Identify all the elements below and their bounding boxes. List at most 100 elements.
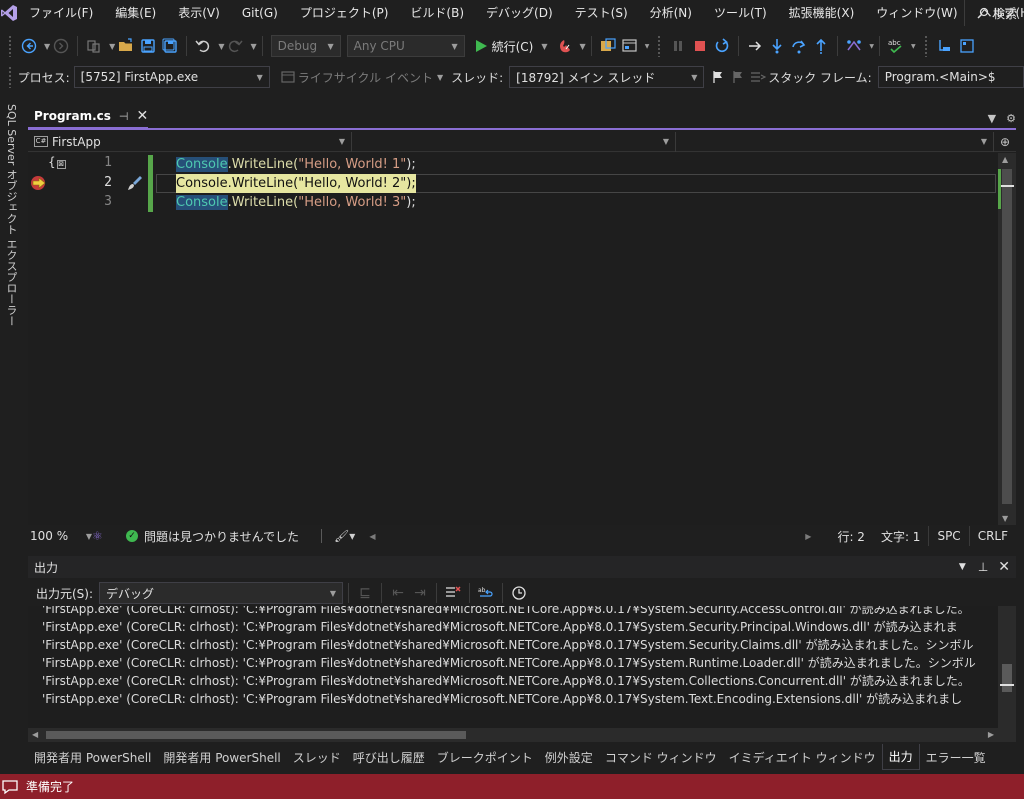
tab-call-stack[interactable]: 呼び出し履歴 [347,744,431,770]
menu-view[interactable]: 表示(V) [167,0,231,26]
chevron-down-icon[interactable]: ▼ [869,43,874,50]
tab-command-window[interactable]: コマンド ウィンドウ [599,744,723,770]
visual-studio-logo-icon[interactable] [0,0,18,26]
toolbar-grip[interactable] [923,35,928,57]
tab-error-list[interactable]: エラー一覧 [920,744,992,770]
copilot-icon[interactable]: ⚛ [92,529,112,543]
menu-build[interactable]: ビルド(B) [399,0,475,26]
tab-program-cs[interactable]: Program.cs ⊣ ✕ [28,105,148,129]
code-cleanup-brush-icon[interactable]: 🖌▾ [334,529,355,543]
menu-edit[interactable]: 編集(E) [104,0,167,26]
tab-breakpoints[interactable]: ブレークポイント [431,744,539,770]
split-window-icon[interactable]: ⊕ [994,135,1016,149]
process-dropdown[interactable]: [5752] FirstApp.exe ▼ [73,66,270,88]
hot-reload-icon[interactable] [554,35,576,57]
chevron-down-icon[interactable]: ▼ [250,42,256,51]
scroll-left-icon[interactable]: ◀ [32,730,38,739]
toolbar-grip[interactable] [8,66,12,88]
code-line-3[interactable]: Console.WriteLine("Hello, World! 3"); [176,193,416,212]
solution-explorer-icon[interactable] [934,35,956,57]
flag-thread-icon[interactable] [708,66,728,88]
clear-all-icon[interactable] [442,582,464,604]
search-box[interactable]: 検索 [964,0,1024,26]
close-icon[interactable]: ✕ [998,559,1010,575]
window-position-dropdown-icon[interactable]: ▼ [959,562,966,572]
menu-test[interactable]: テスト(S) [564,0,639,26]
line-ending-indicator[interactable]: CRLF [968,526,1016,546]
code-line-2-current-statement[interactable]: Console.WriteLine("Hello, World! 2"); [176,174,416,193]
chevron-down-icon[interactable]: ▼ [541,42,547,51]
scrollbar-thumb[interactable] [1002,664,1012,692]
scroll-left-icon[interactable]: ◀ [369,532,375,541]
undo-icon[interactable] [192,35,214,57]
notification-icon[interactable] [2,779,20,795]
pin-icon[interactable]: ⊥ [978,560,988,574]
toolbar-grip[interactable] [657,35,662,57]
tab-output[interactable]: 出力 [881,744,920,770]
close-icon[interactable]: ✕ [136,108,148,124]
spell-check-icon[interactable]: abc [885,35,907,57]
previous-message-icon[interactable]: ⇤ [387,582,409,604]
solution-platform-dropdown[interactable]: Any CPU ▼ [346,35,465,57]
word-wrap-icon[interactable]: ab [475,582,497,604]
menu-debug[interactable]: デバッグ(D) [475,0,564,26]
stop-icon[interactable] [689,35,711,57]
scroll-right-icon[interactable]: ▶ [805,532,811,541]
lifecycle-events-label[interactable]: ライフサイクル イベント [298,69,433,86]
navigate-forward-icon[interactable] [50,35,72,57]
tab-exception-settings[interactable]: 例外設定 [539,744,599,770]
stack-frame-dropdown[interactable]: Program.<Main>$ [877,66,1024,88]
lifecycle-events-icon[interactable] [278,66,298,88]
find-message-in-code-icon[interactable]: ⊑ [354,582,376,604]
menu-file[interactable]: ファイル(F) [18,0,104,26]
tab-developer-powershell-2[interactable]: 開発者用 PowerShell [157,744,286,770]
tab-developer-powershell-1[interactable]: 開発者用 PowerShell [28,744,157,770]
settings-gear-icon[interactable]: ⚙ [1006,112,1016,125]
tab-dropdown-icon[interactable]: ▼ [988,112,996,125]
output-source-dropdown[interactable]: デバッグ ▼ [99,582,344,604]
pin-icon[interactable]: ⊣ [119,110,129,123]
menu-git[interactable]: Git(G) [231,0,289,26]
menu-project[interactable]: プロジェクト(P) [289,0,400,26]
step-into-icon[interactable] [766,35,788,57]
editor-gutter[interactable]: {⊠ 1 2 3 [28,153,153,525]
scroll-up-icon[interactable]: ▲ [1002,155,1008,164]
tab-immediate-window[interactable]: イミディエイト ウィンドウ [723,744,882,770]
menu-extensions[interactable]: 拡張機能(X) [778,0,866,26]
chevron-down-icon[interactable]: ▼ [645,43,650,50]
type-dropdown[interactable]: ▼ [352,131,676,152]
code-line-1[interactable]: Console.WriteLine("Hello, World! 1"); [176,155,416,174]
output-vertical-scrollbar[interactable] [998,606,1016,728]
issues-indicator[interactable]: ✓ 問題は見つかりませんでした [126,528,299,545]
menu-window[interactable]: ウィンドウ(W) [865,0,968,26]
scrollbar-thumb[interactable] [1002,169,1012,504]
line-indicator[interactable]: 行: 2 [829,526,873,546]
solution-configuration-dropdown[interactable]: Debug ▼ [270,35,341,57]
column-indicator[interactable]: 文字: 1 [873,526,929,546]
team-explorer-icon[interactable] [956,35,978,57]
restart-icon[interactable] [711,35,733,57]
tab-threads[interactable]: スレッド [287,744,347,770]
code-map-icon[interactable] [843,35,865,57]
redo-icon[interactable] [224,35,246,57]
timestamp-clock-icon[interactable] [508,582,530,604]
show-next-statement-icon[interactable] [744,35,766,57]
new-project-icon[interactable] [83,35,105,57]
whitespace-indicator[interactable]: SPC [928,526,968,546]
chevron-down-icon[interactable]: ▼ [580,42,586,51]
continue-button[interactable]: 続行(C) ▼ [474,38,548,55]
chevron-down-icon[interactable]: ▼ [911,43,916,50]
scroll-down-icon[interactable]: ▼ [1002,514,1008,523]
next-message-icon[interactable]: ⇥ [409,582,431,604]
browser-link-icon[interactable] [597,35,619,57]
flag-threads-only-icon[interactable] [728,66,748,88]
output-text-area[interactable]: 'FirstApp.exe' (CoreCLR: clrhost): 'C:¥P… [28,606,998,728]
save-icon[interactable] [137,35,159,57]
open-folder-icon[interactable] [115,35,137,57]
scrollbar-thumb[interactable] [46,731,466,739]
zoom-dropdown[interactable]: 100 % ▼ [28,529,92,543]
save-all-icon[interactable] [159,35,181,57]
thread-dropdown[interactable]: [18792] メイン スレッド ▼ [509,66,705,88]
diagnostic-tools-icon[interactable] [619,35,641,57]
quick-actions-brush-icon[interactable] [126,174,144,192]
